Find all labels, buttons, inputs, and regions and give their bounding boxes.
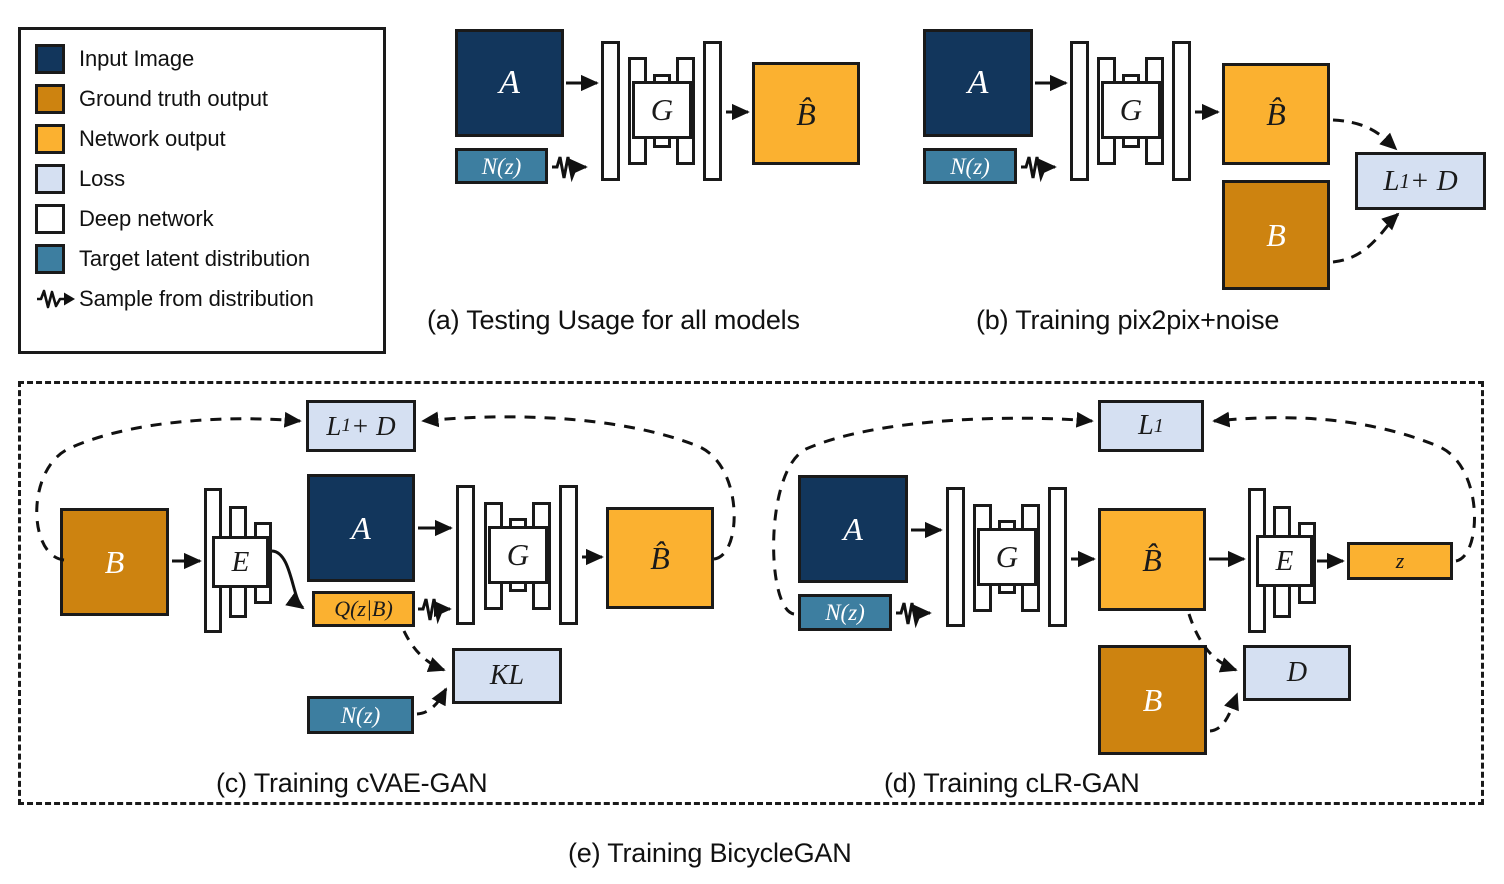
panel-d-loss-d: D: [1243, 645, 1351, 701]
panel-a-generator-bar-1: [601, 41, 620, 181]
loss-label-l: L: [326, 410, 342, 441]
squiggle-arrow-icon: [35, 284, 79, 314]
legend-item-sample-from-distribution: Sample from distribution: [35, 279, 383, 319]
panel-c-input-a: A: [307, 474, 415, 582]
dashed-bhat-to-loss: [1332, 118, 1398, 151]
legend-label: Input Image: [79, 46, 195, 71]
panel-b-loss-l1-d: L1 + D: [1355, 152, 1486, 210]
figure-canvas: Input Image Ground truth output Network …: [0, 0, 1504, 884]
loss-label-sub: 1: [1399, 168, 1410, 193]
panel-e-caption: (e) Training BicycleGAN: [568, 838, 852, 868]
legend-swatch-deep-network: [35, 204, 65, 234]
panel-a-generator-bar-5: [703, 41, 722, 181]
panel-b-caption: (b) Training pix2pix+noise: [976, 305, 1280, 335]
panel-b-input-a: A: [923, 29, 1033, 137]
panel-c-generator-g: G: [488, 526, 548, 584]
panel-b-generator-bar-1: [1070, 41, 1089, 181]
loss-label-l: L: [1138, 410, 1154, 441]
legend-swatch-loss: [35, 164, 65, 194]
panel-d-loss-l1: L1: [1098, 400, 1204, 452]
panel-c-loss-kl: KL: [452, 648, 562, 704]
panel-d-encoder-e: E: [1256, 535, 1313, 587]
panel-c-loss-l1-d: L1 + D: [306, 400, 416, 452]
legend-box: Input Image Ground truth output Network …: [18, 27, 386, 354]
legend-item-loss: Loss: [35, 159, 383, 199]
panel-c-latent-q: Q(z|B): [312, 591, 415, 627]
panel-a-caption: (a) Testing Usage for all models: [427, 305, 800, 335]
squiggle-nz-to-generator: [552, 156, 588, 183]
panel-a-input-a: A: [455, 29, 564, 137]
panel-d-generator-bar-1: [946, 487, 965, 627]
legend-item-input-image: Input Image: [35, 39, 383, 79]
legend-label: Ground truth output: [79, 86, 268, 111]
legend-label: Loss: [79, 166, 126, 191]
panel-d-generator-g: G: [977, 528, 1037, 586]
panel-a-noise-nz: N(z): [455, 148, 548, 184]
panel-d-ground-truth-b: B: [1098, 645, 1207, 755]
panel-d-generator-bar-5: [1048, 487, 1067, 627]
legend-label: Sample from distribution: [79, 286, 314, 311]
legend-item-network-output: Network output: [35, 119, 383, 159]
panel-c-output-bhat: B̂: [606, 507, 714, 609]
panel-c-generator-bar-1: [456, 485, 475, 625]
panel-d-input-a: A: [798, 475, 908, 583]
legend-swatch-input-image: [35, 44, 65, 74]
panel-c-encoder-e: E: [212, 536, 269, 588]
panel-b-noise-nz: N(z): [923, 148, 1017, 184]
panel-d-output-bhat: B̂: [1098, 508, 1206, 611]
panel-d-caption: (d) Training cLR-GAN: [884, 768, 1140, 798]
panel-b-output-bhat: B̂: [1222, 63, 1330, 165]
legend-swatch-network-output: [35, 124, 65, 154]
panel-b-ground-truth-b: B: [1222, 180, 1330, 290]
legend-swatch-target-latent-distribution: [35, 244, 65, 274]
panel-b-generator-bar-5: [1172, 41, 1191, 181]
panel-d-latent-z: z: [1347, 542, 1453, 580]
loss-label-plus-d: + D: [351, 410, 396, 441]
legend-item-target-latent-distribution: Target latent distribution: [35, 239, 383, 279]
legend-item-ground-truth-output: Ground truth output: [35, 79, 383, 119]
loss-label-sub: 1: [341, 415, 352, 437]
panel-a-output-bhat: B̂: [752, 62, 860, 165]
panel-c-noise-nz: N(z): [307, 696, 414, 734]
loss-label-l: L: [1383, 164, 1400, 197]
panel-b-generator-g: G: [1101, 81, 1161, 139]
panel-a-generator-g: G: [632, 81, 692, 139]
squiggle-nz-to-generator: [1021, 156, 1057, 183]
dashed-b-to-loss: [1332, 212, 1400, 264]
panel-c-generator-bar-5: [559, 485, 578, 625]
legend-label: Network output: [79, 126, 226, 151]
panel-c-caption: (c) Training cVAE-GAN: [216, 768, 488, 798]
legend-label: Deep network: [79, 206, 214, 231]
loss-label-plus-d: + D: [1409, 164, 1458, 197]
loss-label-sub: 1: [1153, 414, 1164, 437]
legend-swatch-ground-truth-output: [35, 84, 65, 114]
panel-d-noise-nz: N(z): [798, 594, 892, 631]
legend-label: Target latent distribution: [79, 246, 310, 271]
panel-c-ground-truth-b: B: [60, 508, 169, 616]
legend-item-deep-network: Deep network: [35, 199, 383, 239]
